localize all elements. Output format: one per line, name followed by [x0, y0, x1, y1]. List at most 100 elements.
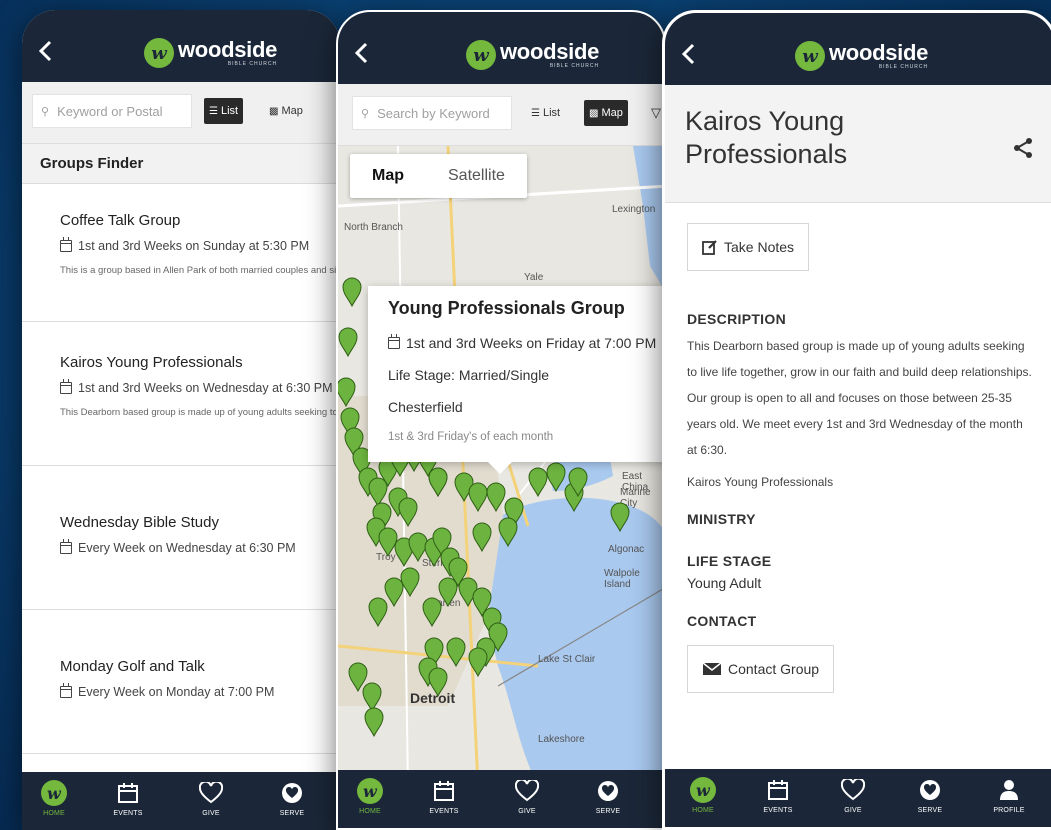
tab-label: HOME [692, 807, 714, 814]
search-icon: ⚲ [41, 105, 50, 118]
contact-group-button[interactable]: Contact Group [687, 645, 835, 693]
envelope-icon [702, 662, 722, 675]
ministry-heading: MINISTRY [687, 511, 756, 527]
map-toggle[interactable]: ▩ Map [584, 100, 628, 126]
calendar-icon [60, 237, 72, 252]
map-pin-icon[interactable] [362, 682, 382, 713]
map-pin-icon[interactable] [408, 532, 428, 563]
map-pin-icon[interactable] [486, 482, 506, 513]
map-pin-icon[interactable] [498, 517, 518, 548]
heart-badge-icon [282, 783, 302, 803]
list-toggle[interactable]: ☰ List [526, 100, 565, 126]
tab-serve[interactable]: SERVE [568, 770, 648, 828]
description-text: This Dearborn based group is made up of … [687, 339, 1032, 457]
map-view[interactable]: Map Satellite North Branch Yale Lexingto… [338, 146, 664, 770]
tab-serve[interactable]: SERVE [891, 769, 969, 827]
brand-logo: w woodside BIBLE CHURCH [795, 41, 928, 71]
brand-subtitle: BIBLE CHURCH [878, 64, 929, 70]
map-pin-icon[interactable] [422, 597, 442, 628]
contact-heading: CONTACT [687, 613, 757, 629]
group-schedule-text: Every Week on Monday at 7:00 PM [78, 685, 275, 699]
map-pin-icon[interactable] [428, 667, 448, 698]
chevron-left-icon [38, 40, 52, 62]
map-pin-icon[interactable] [384, 577, 404, 608]
map-pin-icon[interactable] [446, 637, 466, 668]
map-pin-icon[interactable] [610, 502, 630, 533]
map-pin-icon[interactable] [468, 482, 488, 513]
chevron-left-icon [681, 43, 695, 65]
woodside-logo-icon: w [795, 41, 825, 71]
map-pin-icon[interactable] [368, 597, 388, 628]
tab-give[interactable]: GIVE [486, 770, 568, 828]
tab-label: GIVE [202, 810, 220, 817]
search-bar: ⚲ Search by Keyword ☰ List ▩ Map ▽ [338, 84, 664, 146]
back-button[interactable] [681, 43, 701, 67]
group-name-line: Kairos Young Professionals [687, 475, 834, 489]
map-pin-icon[interactable] [368, 477, 388, 508]
map-pin-icon[interactable] [472, 522, 492, 553]
life-stage-heading: LIFE STAGE [687, 553, 772, 569]
group-card[interactable]: Kairos Young Professionals 1st and 3rd W… [22, 322, 340, 466]
tab-home[interactable]: w HOME [665, 769, 741, 827]
map-pin-icon[interactable] [364, 707, 384, 738]
group-name: Wednesday Bible Study [60, 514, 219, 531]
map-pin-icon[interactable] [338, 327, 358, 358]
map-pin-icon[interactable] [528, 467, 548, 498]
tab-events[interactable]: EVENTS [86, 772, 170, 830]
page-title: Kairos Young Professionals [685, 106, 848, 169]
heart-icon [841, 779, 865, 801]
woodside-logo-icon: w [466, 40, 496, 70]
tab-label: EVENTS [429, 808, 459, 815]
map-pin-icon[interactable] [428, 467, 448, 498]
tab-give[interactable]: GIVE [170, 772, 252, 830]
group-name: Kairos Young Professionals [60, 354, 243, 371]
map-pin-icon[interactable] [400, 567, 420, 598]
search-input[interactable]: ⚲ Search by Keyword [352, 96, 512, 130]
search-input[interactable]: ⚲ Keyword or Postal [32, 94, 192, 128]
map-icon: ▩ [269, 105, 279, 117]
map-pin-icon[interactable] [378, 527, 398, 558]
tab-home[interactable]: w HOME [22, 772, 86, 830]
calendar-icon [434, 781, 454, 801]
tab-home[interactable]: w HOME [338, 770, 402, 828]
map-toggle-label: Map [281, 105, 303, 117]
tab-profile[interactable]: PROFILE [969, 769, 1049, 827]
share-icon[interactable] [1012, 137, 1034, 159]
back-button[interactable] [354, 42, 374, 66]
tab-label: HOME [43, 810, 65, 817]
map-pin-icon[interactable] [438, 577, 458, 608]
tab-events[interactable]: EVENTS [402, 770, 486, 828]
tab-serve[interactable]: SERVE [252, 772, 332, 830]
woodside-logo-icon: w [144, 38, 174, 68]
group-card[interactable]: Wednesday Bible Study Every Week on Wedn… [22, 466, 340, 610]
group-name: Coffee Talk Group [60, 212, 181, 229]
list-toggle[interactable]: ☰ List [204, 98, 244, 124]
map-pin-icon[interactable] [342, 277, 362, 308]
calendar-icon [388, 334, 400, 349]
tab-give[interactable]: GIVE [815, 769, 891, 827]
map-pin-icon[interactable] [398, 497, 418, 528]
calendar-icon [768, 780, 788, 800]
map-pin-icon[interactable] [468, 647, 488, 678]
section-title: Groups Finder [22, 144, 340, 184]
tab-events[interactable]: EVENTS [741, 769, 815, 827]
take-notes-button[interactable]: Take Notes [687, 223, 810, 271]
phone-list-screen: w woodside BIBLE CHURCH ⚲ Keyword or Pos… [22, 10, 340, 830]
map-toggle-label: Map [601, 107, 623, 119]
map-toggle[interactable]: ▩ Map [264, 98, 308, 124]
popup-pointer [488, 462, 512, 474]
detail-title-area: Kairos Young Professionals [665, 85, 1051, 203]
group-schedule-text: 1st and 3rd Weeks on Wednesday at 6:30 P… [78, 381, 333, 395]
back-button[interactable] [38, 40, 58, 64]
group-description: This Dearborn based group is made up of … [60, 407, 340, 418]
person-icon [1000, 780, 1018, 800]
group-schedule: Every Week on Monday at 7:00 PM [60, 683, 340, 699]
group-card[interactable]: Coffee Talk Group 1st and 3rd Weeks on S… [22, 184, 340, 322]
map-pin-icon[interactable] [546, 462, 566, 493]
map-pin-icon[interactable] [338, 377, 356, 408]
group-card[interactable]: Monday Golf and Talk Every Week on Monda… [22, 610, 340, 754]
calendar-icon [60, 539, 72, 554]
search-bar: ⚲ Keyword or Postal ☰ List ▩ Map [22, 82, 340, 144]
group-schedule-text: 1st and 3rd Weeks on Sunday at 5:30 PM [78, 239, 310, 253]
group-popup[interactable]: Young Professionals Group 1st and 3rd We… [368, 286, 664, 462]
